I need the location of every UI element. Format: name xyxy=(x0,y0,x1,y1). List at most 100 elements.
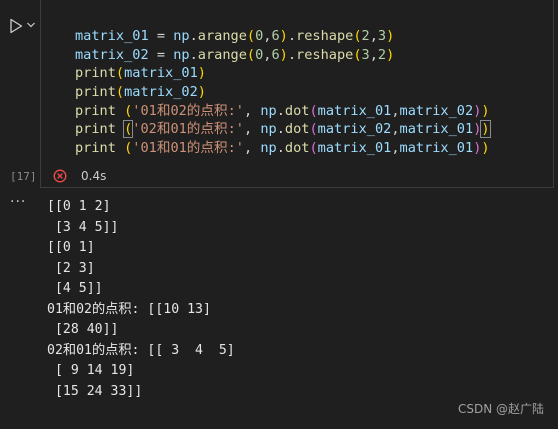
output-line: [[0 1 2] xyxy=(47,199,111,214)
code-token: ) xyxy=(481,140,490,157)
code-token: 3 xyxy=(361,46,370,63)
code-block[interactable]: matrix_01 = np.arange(0,6).reshape(2,3) m… xyxy=(75,27,491,158)
code-token: ) xyxy=(279,46,288,63)
run-cell-icon[interactable] xyxy=(8,18,24,34)
code-token: arange xyxy=(197,28,247,44)
code-token: ( xyxy=(309,140,318,157)
code-token: ) xyxy=(480,120,491,139)
code-token: matrix_01 xyxy=(75,28,149,44)
code-token: dot xyxy=(284,102,310,119)
code-token: dot xyxy=(284,140,310,157)
code-token: , xyxy=(369,28,378,44)
code-token: , xyxy=(391,121,400,138)
code-token: ( xyxy=(115,65,125,82)
output-line: [15 24 33]] xyxy=(47,383,143,399)
code-token: print xyxy=(75,121,116,138)
code-token: ) xyxy=(386,46,395,63)
output-line: [4 5]] xyxy=(47,281,103,296)
output-line: [[0 1] xyxy=(47,240,95,255)
code-token: ( xyxy=(353,28,362,44)
output-line: 01和02的点积: [[10 13] xyxy=(47,301,211,317)
code-token: np xyxy=(260,140,277,157)
code-token: 6 xyxy=(271,46,280,63)
code-token: matrix_02 xyxy=(399,102,474,119)
code-token: matrix_02 xyxy=(75,46,149,63)
code-token: print xyxy=(75,140,116,157)
execution-count: [17] xyxy=(10,170,37,183)
code-token: . xyxy=(287,46,297,63)
code-token: ( xyxy=(246,28,256,44)
code-line[interactable]: print(matrix_01) xyxy=(75,64,490,83)
code-token: ) xyxy=(386,28,395,44)
code-token: matrix_01 xyxy=(317,140,392,157)
code-token: ( xyxy=(115,84,125,101)
code-token: 3 xyxy=(377,28,387,44)
output-line: [ 9 14 19] xyxy=(47,363,135,378)
code-token: . xyxy=(276,102,285,119)
watermark: CSDN @赵广陆 xyxy=(457,402,544,416)
code-token: arange xyxy=(197,46,247,63)
code-token: print xyxy=(75,84,116,101)
code-token: ) xyxy=(481,102,490,119)
code-token: np xyxy=(173,28,190,44)
code-token: , xyxy=(243,121,261,138)
code-line[interactable]: matrix_02 = np.arange(0,6).reshape(3,2) xyxy=(75,46,490,65)
code-token: ) xyxy=(279,28,288,44)
code-token: matrix_02 xyxy=(317,121,392,138)
code-token: . xyxy=(276,121,285,138)
code-token: print xyxy=(75,102,116,119)
code-token: np xyxy=(173,46,190,63)
cell-gutter: [17] xyxy=(0,0,40,190)
code-token: . xyxy=(189,46,198,63)
code-token: matrix_02 xyxy=(124,84,198,101)
output-left-border xyxy=(0,190,2,429)
code-token: matrix_01 xyxy=(399,140,474,157)
code-line[interactable]: print ('01和02的点积:', np.dot(matrix_01,mat… xyxy=(75,102,490,121)
code-token: matrix_01 xyxy=(124,65,198,82)
code-token: 6 xyxy=(271,28,280,44)
code-token: 2 xyxy=(361,28,370,44)
code-token: . xyxy=(287,28,297,44)
code-token: reshape xyxy=(296,28,354,44)
code-token: np xyxy=(260,121,277,138)
code-token: ( xyxy=(353,46,362,63)
code-token: '01和02的点积:' xyxy=(132,102,244,119)
error-circle-icon xyxy=(53,169,67,183)
code-token: reshape xyxy=(296,46,354,63)
code-cell-editor[interactable]: matrix_01 = np.arange(0,6).reshape(2,3) m… xyxy=(40,0,554,188)
code-line[interactable]: print ('01和01的点积:', np.dot(matrix_01,mat… xyxy=(75,139,490,158)
code-token: ( xyxy=(309,102,318,119)
code-token: dot xyxy=(284,121,310,138)
code-token: , xyxy=(391,140,400,157)
code-line[interactable]: matrix_01 = np.arange(0,6).reshape(2,3) xyxy=(75,27,490,46)
code-token: , xyxy=(369,46,378,63)
code-line[interactable]: print ('02和01的点积:', np.dot(matrix_02,mat… xyxy=(75,120,491,139)
code-token: print xyxy=(75,65,116,82)
code-token: , xyxy=(243,140,261,157)
code-token: ( xyxy=(309,121,318,138)
cell-status: 0.4s xyxy=(53,168,106,184)
code-token: , xyxy=(391,102,400,119)
output-line: [3 4 5]] xyxy=(47,219,119,235)
code-token: ) xyxy=(197,65,206,82)
code-token: 2 xyxy=(377,46,387,63)
code-token: matrix_01 xyxy=(317,102,392,119)
code-token: '02和01的点积:' xyxy=(132,121,244,138)
code-token: ) xyxy=(197,84,206,101)
more-actions-icon[interactable]: ··· xyxy=(10,194,26,210)
code-token: = xyxy=(148,46,174,63)
execution-duration: 0.4s xyxy=(81,169,107,183)
code-line[interactable]: print(matrix_02) xyxy=(75,83,490,102)
code-token: '01和01的点积:' xyxy=(132,140,244,157)
code-token: np xyxy=(260,102,277,119)
output-line: [2 3] xyxy=(47,260,95,276)
code-token: ( xyxy=(246,46,256,63)
code-token: . xyxy=(276,140,285,157)
code-token: . xyxy=(189,28,198,44)
output-line: 02和01的点积: [[ 3 4 5] xyxy=(47,342,235,358)
chevron-down-icon[interactable] xyxy=(26,20,36,30)
output-line: [28 40]] xyxy=(47,322,119,337)
